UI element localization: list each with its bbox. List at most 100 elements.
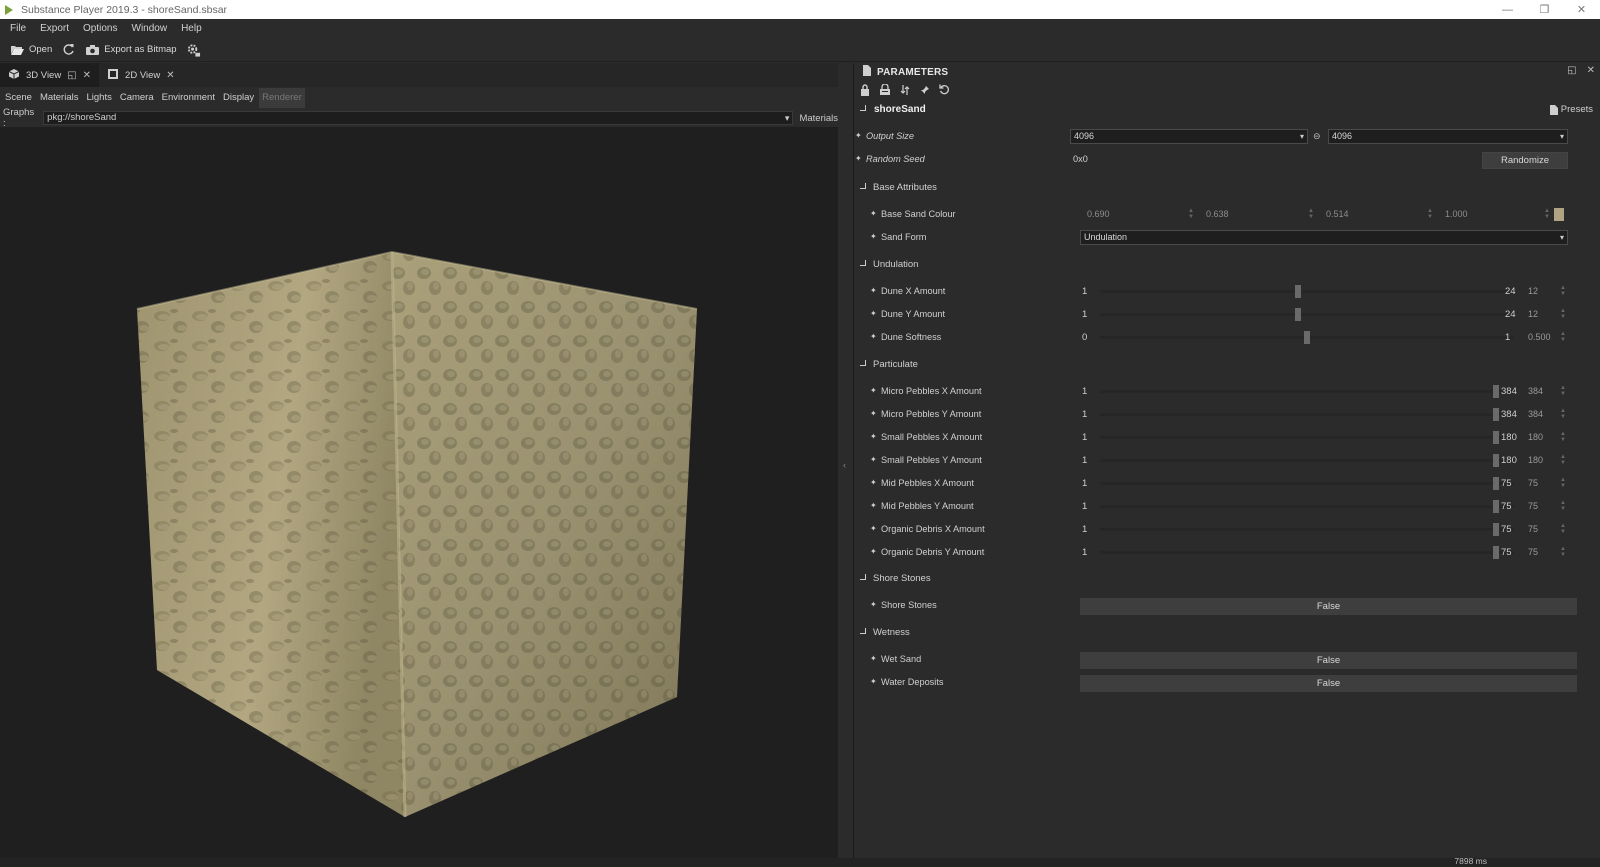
pin-icon[interactable]: ✦ [870, 433, 878, 441]
section-shore-stones[interactable]: Shore Stones [854, 569, 1600, 589]
pin-icon[interactable]: ✦ [870, 333, 878, 341]
slider-track[interactable] [1100, 436, 1514, 439]
spin-arrows-icon[interactable]: ▲ ▼ [1560, 308, 1566, 320]
pin-icon[interactable]: ✦ [870, 310, 878, 318]
colour-r-field[interactable]: 0.690 [1087, 209, 1110, 219]
menu-export[interactable]: Export [33, 23, 76, 34]
panel-splitter-handle[interactable]: ‹ [843, 460, 846, 470]
pin-icon[interactable]: ✦ [870, 601, 878, 609]
pin-all-icon[interactable] [918, 83, 931, 96]
spin-arrows-icon[interactable]: ▲ ▼ [1560, 331, 1566, 343]
close-tab-2d-icon[interactable]: ✕ [166, 70, 174, 81]
batch-settings-button[interactable] [186, 43, 201, 57]
open-button[interactable]: Open [10, 43, 52, 56]
slider-value-field[interactable]: 12 [1528, 286, 1538, 296]
view-menu-display[interactable]: Display [220, 88, 257, 108]
colour-a-field[interactable]: 1.000 [1445, 209, 1468, 219]
menu-file[interactable]: File [3, 23, 33, 34]
slider-handle[interactable] [1493, 477, 1499, 490]
spin-arrows-icon[interactable]: ▲ ▼ [1560, 546, 1566, 558]
slider-value-field[interactable]: 12 [1528, 309, 1538, 319]
slider-value-field[interactable]: 180 [1528, 455, 1543, 465]
slider-value-field[interactable]: 75 [1528, 478, 1538, 488]
slider-track[interactable] [1100, 290, 1514, 293]
tab-2d-view[interactable]: 2D View ✕ [99, 63, 183, 87]
export-bitmap-button[interactable]: Export as Bitmap [85, 43, 177, 56]
section-particulate[interactable]: Particulate [854, 355, 1600, 375]
link-icon[interactable]: ⊖ [1313, 131, 1321, 142]
slider-track[interactable] [1100, 551, 1514, 554]
save-preset-icon[interactable] [878, 83, 891, 96]
pin-icon[interactable]: ✦ [870, 678, 878, 686]
pin-icon[interactable]: ✦ [870, 287, 878, 295]
menu-options[interactable]: Options [76, 23, 124, 34]
view-menu-materials[interactable]: Materials [37, 88, 82, 108]
close-panel-icon[interactable]: ✕ [1587, 65, 1595, 76]
sand-form-dropdown[interactable]: Undulation ▾ [1080, 230, 1568, 245]
slider-handle[interactable] [1493, 408, 1499, 421]
graphs-dropdown[interactable]: pkg://shoreSand [43, 111, 794, 125]
pin-icon[interactable]: ✦ [870, 210, 878, 218]
pin-icon[interactable]: ✦ [870, 387, 878, 395]
slider-handle[interactable] [1493, 431, 1499, 444]
slider-handle[interactable] [1295, 285, 1301, 298]
section-wetness[interactable]: Wetness [854, 623, 1600, 643]
spin-arrows-icon[interactable]: ▲ ▼ [1188, 208, 1194, 220]
pin-icon[interactable]: ✦ [870, 456, 878, 464]
spin-arrows-icon[interactable]: ▲ ▼ [1560, 285, 1566, 297]
minimize-button[interactable]: — [1489, 0, 1526, 19]
slider-handle[interactable] [1304, 331, 1310, 344]
slider-handle[interactable] [1493, 500, 1499, 513]
pin-icon[interactable]: ✦ [870, 410, 878, 418]
pin-icon[interactable]: ✦ [855, 155, 863, 163]
pin-icon[interactable]: ✦ [870, 548, 878, 556]
lock-icon[interactable] [858, 83, 871, 96]
reset-icon[interactable] [938, 83, 951, 96]
slider-handle[interactable] [1493, 546, 1499, 559]
spin-arrows-icon[interactable]: ▲ ▼ [1308, 208, 1314, 220]
shore-stones-toggle[interactable]: False [1080, 598, 1577, 615]
menu-window[interactable]: Window [125, 23, 175, 34]
menu-help[interactable]: Help [174, 23, 209, 34]
slider-value-field[interactable]: 75 [1528, 501, 1538, 511]
slider-track[interactable] [1100, 482, 1514, 485]
reload-button[interactable] [61, 43, 76, 56]
float-tab-icon[interactable]: ◱ [67, 70, 76, 81]
slider-handle[interactable] [1493, 385, 1499, 398]
slider-track[interactable] [1100, 413, 1514, 416]
view-menu-environment[interactable]: Environment [159, 88, 218, 108]
wet-sand-toggle[interactable]: False [1080, 652, 1577, 669]
spin-arrows-icon[interactable]: ▲ ▼ [1560, 385, 1566, 397]
slider-track[interactable] [1100, 528, 1514, 531]
slider-track[interactable] [1100, 459, 1514, 462]
slider-value-field[interactable]: 0.500 [1528, 332, 1551, 342]
slider-value-field[interactable]: 75 [1528, 524, 1538, 534]
water-deposits-toggle[interactable]: False [1080, 675, 1577, 692]
spin-arrows-icon[interactable]: ▲ ▼ [1544, 208, 1550, 220]
pin-icon[interactable]: ✦ [855, 132, 863, 140]
restore-button[interactable]: ❐ [1526, 0, 1563, 19]
section-undulation[interactable]: Undulation [854, 255, 1600, 275]
slider-value-field[interactable]: 75 [1528, 547, 1538, 557]
spin-arrows-icon[interactable]: ▲ ▼ [1560, 454, 1566, 466]
colour-swatch[interactable] [1554, 208, 1564, 221]
slider-value-field[interactable]: 384 [1528, 386, 1543, 396]
materials-button[interactable]: Materials [799, 113, 838, 124]
colour-g-field[interactable]: 0.638 [1206, 209, 1229, 219]
float-panel-icon[interactable]: ◱ [1567, 65, 1576, 76]
close-window-button[interactable]: ✕ [1563, 0, 1600, 19]
pin-icon[interactable]: ✦ [870, 655, 878, 663]
slider-track[interactable] [1100, 390, 1514, 393]
spin-arrows-icon[interactable]: ▲ ▼ [1560, 408, 1566, 420]
slider-value-field[interactable]: 384 [1528, 409, 1543, 419]
slider-handle[interactable] [1493, 454, 1499, 467]
graph-group-header[interactable]: shoreSand Presets [854, 100, 1600, 120]
randomize-button[interactable]: Randomize [1482, 152, 1568, 169]
pin-icon[interactable]: ✦ [870, 479, 878, 487]
spin-arrows-icon[interactable]: ▲ ▼ [1560, 500, 1566, 512]
output-width-dropdown[interactable]: 4096 ▾ [1070, 129, 1308, 144]
view-menu-lights[interactable]: Lights [83, 88, 114, 108]
3d-viewport[interactable] [0, 127, 838, 858]
close-tab-3d-icon[interactable]: ✕ [83, 70, 91, 81]
colour-b-field[interactable]: 0.514 [1326, 209, 1349, 219]
